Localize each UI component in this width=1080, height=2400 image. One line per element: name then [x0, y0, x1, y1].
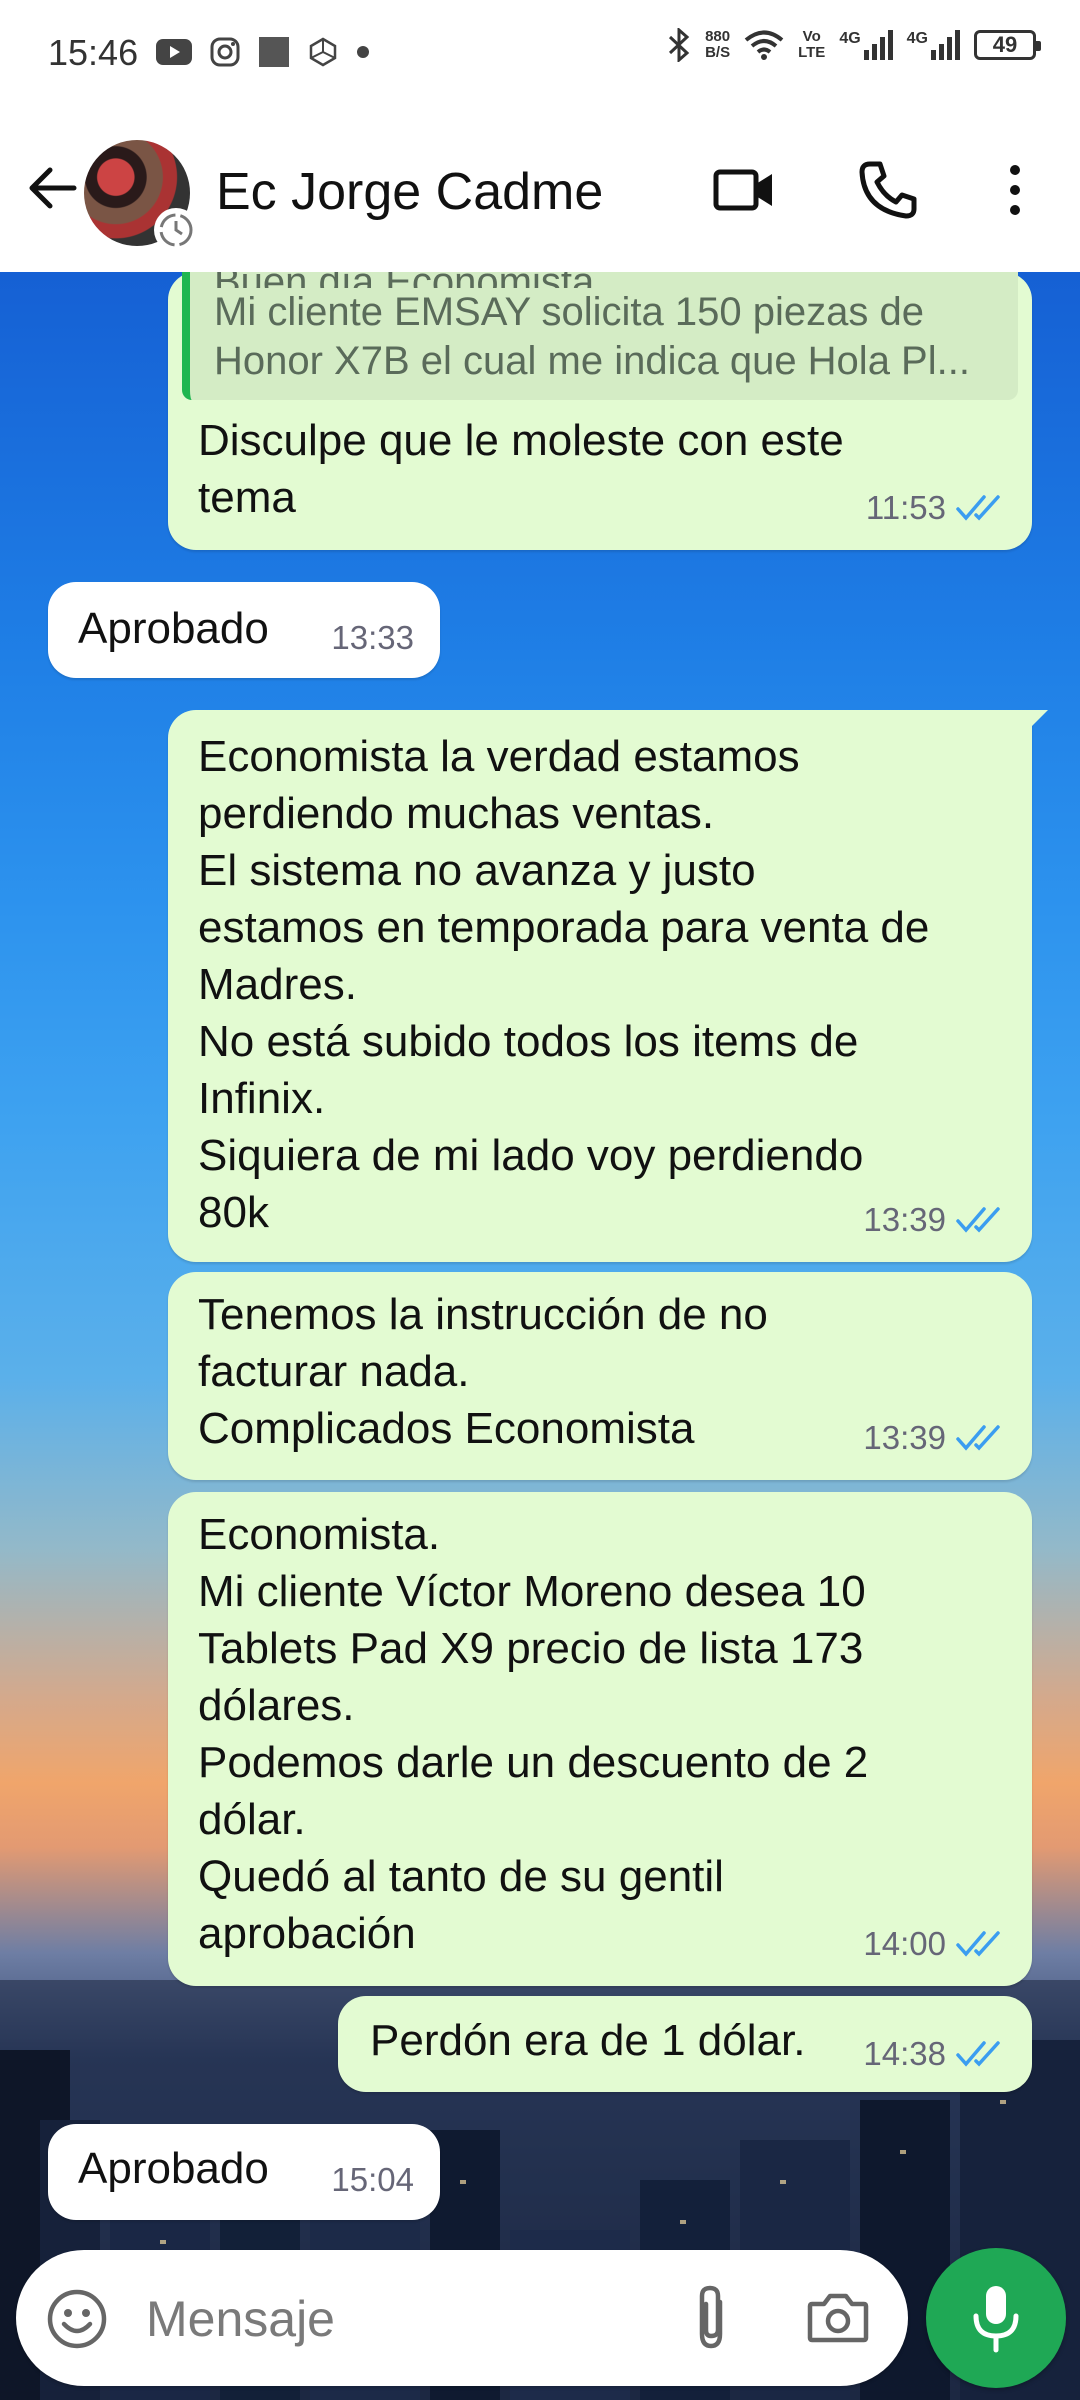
status-bar: 15:46 880 B/S Vo LTE 4G 4G 49 — [0, 0, 1080, 110]
quoted-message-text: Mi cliente EMSAY solicita 150 piezas de … — [214, 290, 970, 383]
message-text: Aprobado — [78, 2144, 269, 2193]
attach-icon[interactable] — [686, 2282, 736, 2354]
message-time: 13:33 — [331, 619, 414, 656]
message-text: Tenemos la instrucción de no facturar na… — [198, 1290, 768, 1453]
bluetooth-icon — [669, 28, 690, 62]
chat-header: Ec Jorge Cadme — [0, 110, 1080, 272]
message-composer — [16, 2250, 908, 2386]
message-time: 15:04 — [331, 2161, 414, 2198]
message-outgoing[interactable]: Buen día Economista. Mi cliente EMSAY so… — [168, 272, 1032, 550]
message-text: Disculpe que le moleste con este tema — [198, 416, 844, 522]
message-outgoing[interactable]: Economista. Mi cliente Víctor Moreno des… — [168, 1492, 1032, 1986]
message-incoming[interactable]: Aprobado 15:04 — [48, 2124, 440, 2220]
message-text: Perdón era de 1 dólar. — [370, 2016, 806, 2065]
message-meta: 14:38 — [863, 2025, 1006, 2082]
message-text: Economista la verdad estamos perdiendo m… — [198, 732, 930, 1237]
quoted-message-hidden-line: Buen día Economista. — [214, 272, 1018, 288]
message-meta: 11:53 — [866, 479, 1006, 536]
status-indicators: 880 B/S Vo LTE 4G 4G 49 — [667, 28, 1041, 62]
message-meta: 15:04 — [331, 2151, 414, 2208]
dot-icon — [357, 46, 369, 58]
square-app-icon — [259, 37, 289, 67]
message-text: Economista. Mi cliente Víctor Moreno des… — [198, 1510, 869, 1958]
message-meta: 14:00 — [863, 1915, 1006, 1972]
message-outgoing[interactable]: Perdón era de 1 dólar. 14:38 — [338, 1996, 1032, 2092]
message-incoming[interactable]: Aprobado 13:33 — [48, 582, 440, 678]
emoji-icon[interactable] — [46, 2288, 108, 2350]
message-outgoing[interactable]: Economista la verdad estamos perdiendo m… — [168, 710, 1048, 1262]
signal-2: 4G — [907, 30, 960, 60]
volte-top: Vo — [802, 28, 821, 45]
quoted-message[interactable]: Buen día Economista. Mi cliente EMSAY so… — [182, 272, 1018, 400]
notification-icons — [156, 36, 370, 68]
wifi-icon — [744, 30, 784, 60]
signal-icon — [931, 30, 960, 60]
mic-icon — [973, 2286, 1019, 2353]
mic-button[interactable] — [926, 2248, 1066, 2388]
message-meta: 13:39 — [863, 1409, 1006, 1466]
double-check-icon — [956, 1206, 1000, 1233]
volte-indicator: Vo LTE — [798, 29, 825, 61]
signal-1: 4G — [839, 30, 893, 60]
message-time: 11:53 — [865, 489, 946, 526]
status-ring-icon — [154, 208, 198, 252]
double-check-icon — [956, 1930, 1000, 1957]
phone-icon[interactable] — [856, 158, 920, 222]
bubble-tail — [1026, 710, 1048, 732]
video-call-icon[interactable] — [712, 160, 776, 220]
camera-icon[interactable] — [806, 2290, 870, 2346]
youtube-icon — [156, 39, 192, 65]
message-text: Aprobado — [78, 604, 269, 653]
instagram-icon — [210, 37, 240, 67]
net-speed: 880 B/S — [705, 29, 730, 61]
message-outgoing[interactable]: Tenemos la instrucción de no facturar na… — [168, 1272, 1032, 1480]
message-meta: 13:39 — [863, 1191, 1006, 1248]
double-check-icon — [956, 1424, 1000, 1451]
cube-app-icon — [309, 37, 337, 67]
signal-2-label: 4G — [906, 30, 928, 47]
net-speed-value: 880 — [705, 28, 731, 45]
message-meta: 13:33 — [331, 609, 414, 666]
net-speed-unit: B/S — [705, 44, 731, 61]
signal-1-label: 4G — [839, 30, 861, 47]
more-vertical-icon[interactable] — [1000, 160, 1030, 220]
double-check-icon — [956, 2040, 1000, 2067]
message-time: 13:39 — [863, 1201, 946, 1238]
volte-bottom: LTE — [798, 44, 826, 61]
status-time: 15:46 — [48, 32, 139, 73]
battery-indicator: 49 — [974, 30, 1041, 60]
back-arrow-icon[interactable] — [22, 158, 82, 218]
contact-name[interactable]: Ec Jorge Cadme — [216, 162, 603, 222]
double-check-icon — [956, 494, 1000, 521]
message-input[interactable] — [144, 2280, 668, 2358]
message-time: 14:00 — [863, 1925, 946, 1962]
signal-icon — [863, 30, 893, 60]
message-time: 14:38 — [863, 2035, 946, 2072]
message-time: 13:39 — [863, 1419, 946, 1456]
